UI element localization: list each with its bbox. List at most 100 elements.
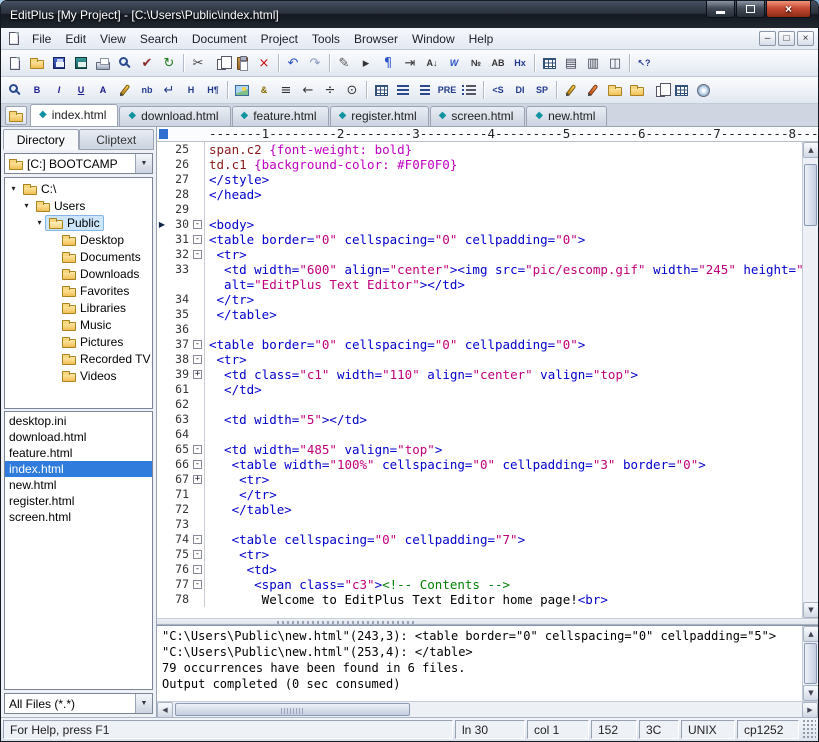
bold-button[interactable]: B (26, 79, 48, 101)
menu-search[interactable]: Search (133, 29, 185, 49)
file-item-index.html[interactable]: index.html (5, 461, 152, 477)
fold-collapse-button[interactable]: - (193, 565, 202, 574)
paragraph-button[interactable]: H¶ (202, 79, 224, 101)
copy-button[interactable] (209, 52, 231, 74)
tab-cliptext[interactable]: Cliptext (79, 129, 155, 150)
menu-view[interactable]: View (93, 29, 133, 49)
menu-browser[interactable]: Browser (347, 29, 405, 49)
title-bar[interactable]: EditPlus [My Project] - [C:\Users\Public… (1, 1, 818, 28)
document-tab-register.html[interactable]: ◆register.html (330, 106, 429, 126)
fold-collapse-button[interactable]: - (193, 220, 202, 229)
document-selector-button[interactable] (5, 106, 27, 125)
paste-button[interactable] (231, 52, 253, 74)
tile-vertical-button[interactable]: ▥ (582, 52, 604, 74)
open-file-button[interactable] (26, 52, 48, 74)
tree-item-downloads[interactable]: Downloads (5, 265, 152, 282)
hscroll-track[interactable] (173, 702, 802, 717)
window-list-button[interactable] (538, 52, 560, 74)
div-tag-button[interactable]: DI (509, 79, 531, 101)
fold-collapse-button[interactable]: - (193, 550, 202, 559)
document-system-icon[interactable] (5, 30, 23, 48)
cascade-windows-button[interactable]: ◫ (604, 52, 626, 74)
align-center-button[interactable] (414, 79, 436, 101)
insert-anchor-button[interactable]: & (253, 79, 275, 101)
spell-check-button[interactable]: ✔ (136, 52, 158, 74)
menu-tools[interactable]: Tools (305, 29, 347, 49)
line-break-button[interactable]: ↵ (158, 79, 180, 101)
output-scroll-track[interactable] (803, 642, 818, 685)
document-copy-button[interactable] (648, 79, 670, 101)
tree-item-recorded-tv[interactable]: Recorded TV (5, 350, 152, 367)
close-button[interactable]: × (766, 1, 811, 18)
list-tag-button[interactable] (458, 79, 480, 101)
context-help-button[interactable]: ↖? (633, 52, 655, 74)
menu-document[interactable]: Document (185, 29, 254, 49)
menu-help[interactable]: Help (462, 29, 501, 49)
filter-dropdown-arrow[interactable]: ▼ (135, 694, 152, 713)
editor-vertical-scrollbar[interactable]: ▲ ▼ (802, 142, 818, 618)
insert-image-button[interactable] (231, 79, 253, 101)
project-folder-button[interactable] (626, 79, 648, 101)
file-item-download.html[interactable]: download.html (5, 429, 152, 445)
fold-collapse-button[interactable]: - (193, 355, 202, 364)
redo-button[interactable]: ↷ (304, 52, 326, 74)
file-item-screen.html[interactable]: screen.html (5, 509, 152, 525)
tree-item-users[interactable]: ▾Users (5, 197, 152, 214)
hex-viewer-button[interactable]: Hx (509, 52, 531, 74)
expand-arrow-icon[interactable]: ▾ (21, 201, 32, 210)
pre-tag-button[interactable]: PRE (436, 79, 458, 101)
tree-item-pictures[interactable]: Pictures (5, 333, 152, 350)
document-tab-download.html[interactable]: ◆download.html (119, 106, 230, 126)
menu-edit[interactable]: Edit (58, 29, 93, 49)
mdi-close-button[interactable]: × (797, 31, 814, 46)
file-item-feature.html[interactable]: feature.html (5, 445, 152, 461)
new-file-button[interactable] (4, 52, 26, 74)
mdi-restore-button[interactable]: □ (778, 31, 795, 46)
print-button[interactable] (92, 52, 114, 74)
special-char-left-arrow-button[interactable]: ← (297, 79, 319, 101)
nbsp-button[interactable]: nb (136, 79, 158, 101)
fold-collapse-button[interactable]: - (193, 235, 202, 244)
underline-button[interactable]: U (70, 79, 92, 101)
output-scroll-thumb[interactable] (804, 643, 817, 684)
span-tag-button[interactable]: SP (531, 79, 553, 101)
heading-button[interactable]: H (180, 79, 202, 101)
document-tab-feature.html[interactable]: ◆feature.html (232, 106, 329, 126)
text-color-button[interactable] (114, 79, 136, 101)
line-numbers-button[interactable]: № (465, 52, 487, 74)
output-vertical-scrollbar[interactable]: ▲ ▼ (802, 626, 818, 701)
hscroll-thumb[interactable] (175, 703, 410, 716)
tree-item-documents[interactable]: Documents (5, 248, 152, 265)
editor-scroll-track[interactable] (803, 158, 818, 602)
output-splitter[interactable] (157, 618, 818, 625)
fold-expand-button[interactable]: + (193, 370, 202, 379)
tree-item-public[interactable]: ▾Public (5, 214, 152, 231)
output-scroll-up-button[interactable]: ▲ (803, 626, 819, 642)
insert-table-button[interactable] (370, 79, 392, 101)
insert-hr-button[interactable]: ≡ (275, 79, 297, 101)
document-tab-screen.html[interactable]: ◆screen.html (430, 106, 526, 126)
fold-collapse-button[interactable]: - (193, 250, 202, 259)
auto-indent-button[interactable]: ⇥ (399, 52, 421, 74)
align-left-button[interactable] (392, 79, 414, 101)
scroll-right-button[interactable]: ▶ (802, 702, 818, 718)
font-button[interactable]: A (92, 79, 114, 101)
menu-file[interactable]: File (25, 29, 58, 49)
column-marker-button[interactable]: AB (487, 52, 509, 74)
fold-collapse-button[interactable]: - (193, 460, 202, 469)
tree-item-favorites[interactable]: Favorites (5, 282, 152, 299)
sync-folder-button[interactable] (604, 79, 626, 101)
save-button[interactable] (48, 52, 70, 74)
file-item-register.html[interactable]: register.html (5, 493, 152, 509)
save-all-button[interactable] (70, 52, 92, 74)
record-macro-button[interactable]: ✎ (333, 52, 355, 74)
file-item-desktop.ini[interactable]: desktop.ini (5, 413, 152, 429)
play-macro-button[interactable]: ▸ (355, 52, 377, 74)
maximize-button[interactable] (736, 1, 765, 18)
show-paragraph-button[interactable]: ¶ (377, 52, 399, 74)
reload-button[interactable]: ↻ (158, 52, 180, 74)
tree-item-libraries[interactable]: Libraries (5, 299, 152, 316)
cd-button[interactable] (692, 79, 714, 101)
word-wrap-button[interactable]: W (443, 52, 465, 74)
strike-tag-button[interactable]: <S (487, 79, 509, 101)
